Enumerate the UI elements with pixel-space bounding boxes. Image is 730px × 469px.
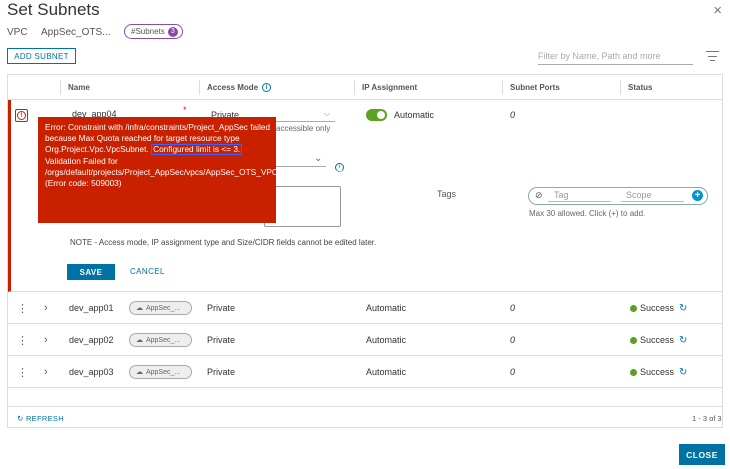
- column-access-mode-label: Access Mode: [207, 83, 259, 92]
- status-badge: Success: [640, 367, 675, 377]
- status-badge: Success: [640, 335, 675, 345]
- row-actions-icon[interactable]: ⋮: [17, 292, 28, 324]
- ip-assignment-toggle[interactable]: [366, 109, 387, 121]
- error-tooltip: Error: Constraint with /infra/constraint…: [38, 117, 357, 223]
- expand-chevron-icon[interactable]: ›: [44, 356, 48, 388]
- cancel-button[interactable]: CANCEL: [130, 267, 165, 276]
- column-subnet-ports[interactable]: Subnet Ports: [502, 75, 560, 100]
- row-name: dev_app02: [69, 335, 114, 345]
- close-icon[interactable]: ×: [713, 2, 722, 19]
- row-name: dev_app01: [69, 303, 114, 313]
- table-row[interactable]: ⋮ › dev_app02 ☁ AppSec_... Private Automa…: [8, 324, 722, 356]
- chevron-down-icon[interactable]: ⌵: [324, 109, 330, 119]
- add-subnet-button[interactable]: ADD SUBNET: [7, 48, 76, 64]
- status-cell: Success ↻: [630, 356, 687, 388]
- row-actions-icon[interactable]: ⋮: [17, 356, 28, 388]
- vpc-pill: ☁ AppSec_...: [129, 365, 192, 379]
- refresh-icon[interactable]: ↻: [679, 335, 687, 346]
- row-ip-assignment: Automatic: [366, 303, 407, 313]
- error-highlight: Configured limit is <= 3.: [151, 144, 243, 156]
- status-cell: Success ↻: [630, 292, 687, 324]
- required-marker: *: [183, 105, 187, 115]
- access-mode-note: accessible only: [276, 124, 331, 133]
- grid-header: Name Access Mode i IP Assignment Subnet …: [8, 75, 722, 100]
- expand-chevron-icon[interactable]: ›: [44, 292, 48, 324]
- table-row[interactable]: ⋮ › dev_app03 ☁ AppSec_... Private Automa…: [8, 356, 722, 388]
- vpc-name: AppSec_OTS...: [41, 27, 111, 38]
- refresh-button[interactable]: ↻ REFRESH: [17, 414, 64, 423]
- cloud-icon: ☁: [136, 369, 143, 376]
- tags-label: Tags: [437, 189, 457, 199]
- status-dot-icon: [630, 304, 637, 312]
- close-button[interactable]: CLOSE: [679, 444, 725, 465]
- vpc-pill: ☁ AppSec_...: [129, 333, 192, 347]
- status-dot-icon: [630, 368, 637, 376]
- refresh-icon: ↻: [17, 414, 26, 423]
- table-row[interactable]: ⋮ › dev_app01 ☁ AppSec_... Private Automa…: [8, 292, 722, 324]
- column-access-mode[interactable]: Access Mode i: [199, 75, 272, 100]
- info-icon[interactable]: i: [262, 83, 272, 92]
- subnets-badge-label: #Subnets: [131, 27, 165, 36]
- cloud-icon: ☁: [136, 305, 143, 312]
- column-name[interactable]: Name: [60, 75, 90, 100]
- status-cell: Success ↻: [630, 324, 687, 356]
- edit-note: NOTE - Access mode, IP assignment type a…: [70, 238, 377, 247]
- row-access-mode: Private: [207, 303, 236, 313]
- vpc-pill: ☁ AppSec_...: [129, 301, 192, 315]
- column-ip-assignment[interactable]: IP Assignment: [354, 75, 417, 100]
- subnets-badge-count: 3: [167, 26, 178, 37]
- chevron-down-icon[interactable]: ⌄: [314, 153, 322, 164]
- row-access-mode: Private: [207, 367, 236, 377]
- subnet-ports-value: 0: [510, 110, 516, 120]
- cloud-icon: ☁: [136, 337, 143, 344]
- add-tag-icon[interactable]: +: [692, 190, 703, 201]
- grid-footer: [8, 406, 722, 427]
- ip-assignment-label: Automatic: [394, 110, 435, 120]
- row-subnet-ports: 0: [510, 303, 516, 313]
- subnets-badge: #Subnets 3: [124, 24, 183, 39]
- status-badge: Success: [640, 303, 675, 313]
- row-ip-assignment: Automatic: [366, 335, 407, 345]
- column-status[interactable]: Status: [620, 75, 652, 100]
- error-icon: !: [17, 111, 26, 120]
- error-indicator[interactable]: !: [15, 109, 28, 122]
- row-subnet-ports: 0: [510, 335, 516, 345]
- refresh-icon[interactable]: ↻: [679, 367, 687, 378]
- filter-input[interactable]: [538, 48, 693, 65]
- tag-input[interactable]: Tag: [554, 190, 569, 200]
- row-ip-assignment: Automatic: [366, 367, 407, 377]
- save-button[interactable]: SAVE: [67, 264, 115, 280]
- pagination-label: 1 - 3 of 3: [692, 414, 722, 423]
- scope-input[interactable]: Scope: [626, 190, 652, 200]
- filter-icon[interactable]: [706, 51, 719, 61]
- tag-icon: ⊘: [535, 190, 543, 200]
- row-actions-icon[interactable]: ⋮: [17, 324, 28, 356]
- status-dot-icon: [630, 336, 637, 344]
- refresh-icon[interactable]: ↻: [679, 303, 687, 314]
- vpc-label: VPC: [7, 27, 28, 38]
- dialog-title: Set Subnets: [7, 0, 100, 19]
- tags-hint: Max 30 allowed. Click (+) to add.: [529, 209, 646, 218]
- row-name: dev_app03: [69, 367, 114, 377]
- expand-chevron-icon[interactable]: ›: [44, 324, 48, 356]
- row-access-mode: Private: [207, 335, 236, 345]
- row-subnet-ports: 0: [510, 367, 516, 377]
